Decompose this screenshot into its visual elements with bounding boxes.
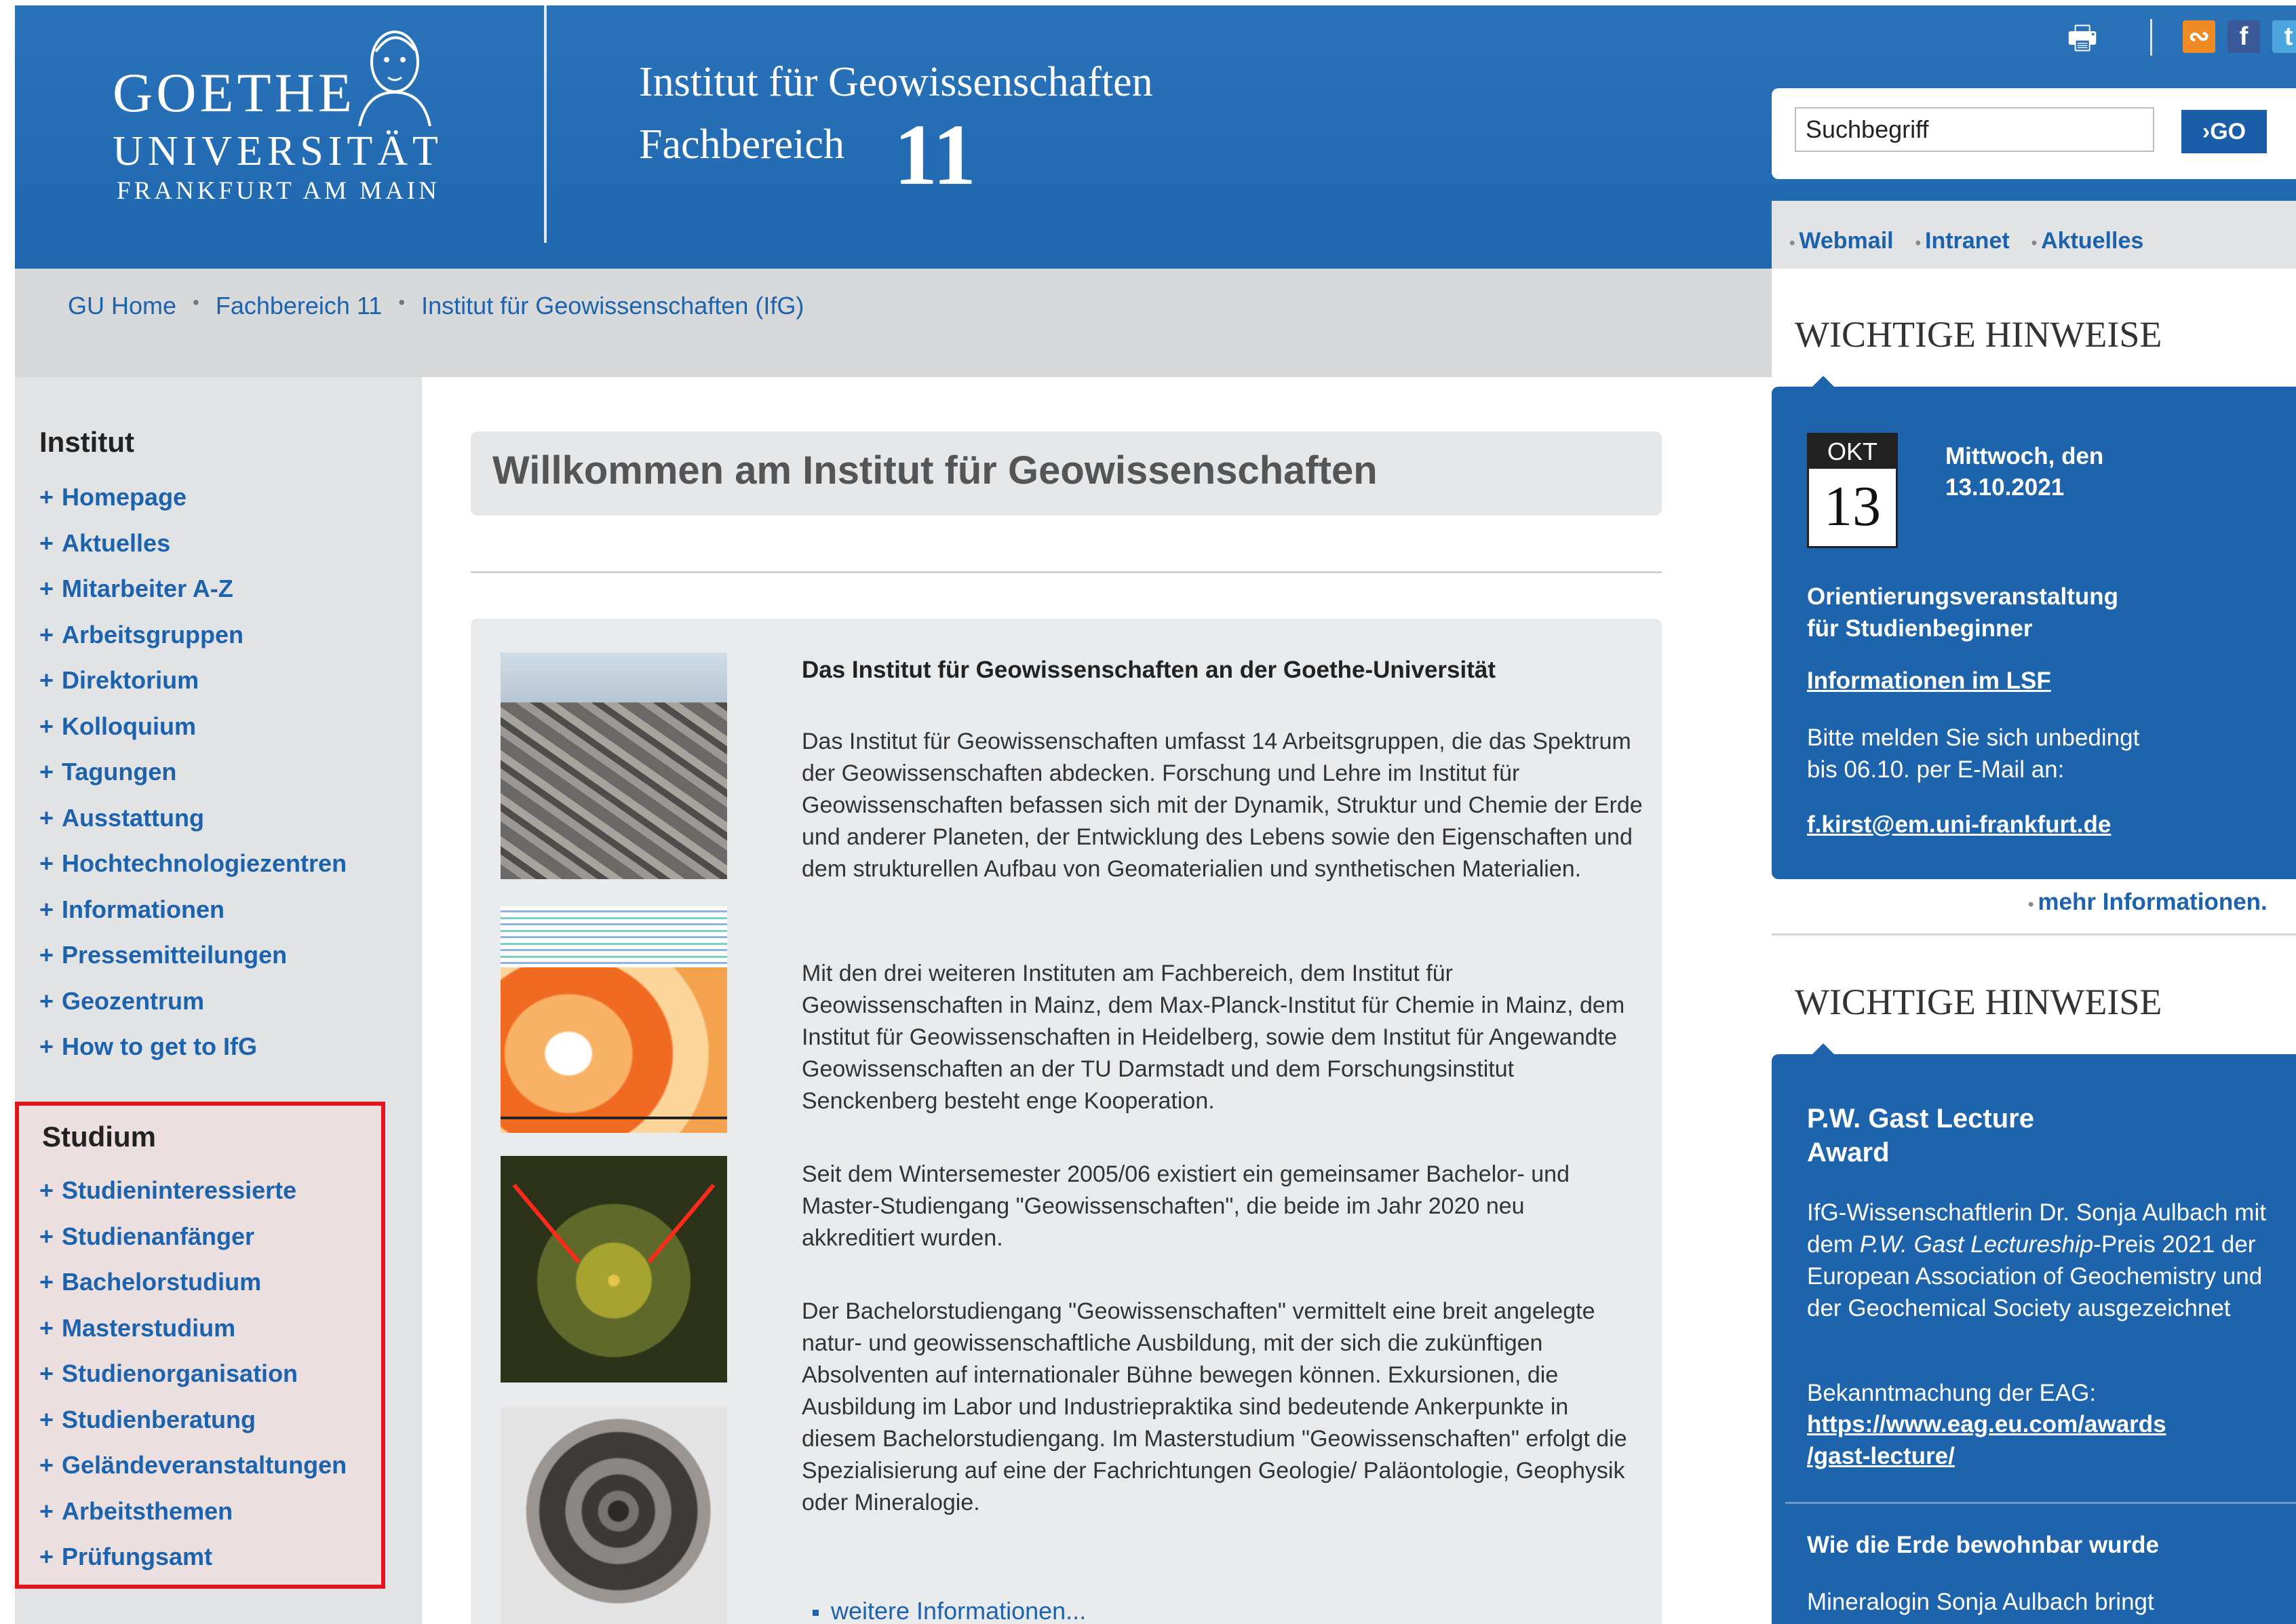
calendar-month: OKT: [1809, 435, 1896, 469]
contact-email-link[interactable]: f.kirst@em.uni-frankfurt.de: [1807, 809, 2111, 840]
sidebar-heading-hinweise-2: WICHTIGE HINWEISE: [1795, 982, 2162, 1022]
breadcrumb-fachbereich[interactable]: Fachbereich 11: [216, 292, 382, 320]
event-title: Orientierungsveranstaltung für Studienbe…: [1807, 583, 2118, 642]
logo-line-universitaet: UNIVERSITÄT: [113, 128, 443, 174]
sidebar-divider: [1772, 933, 2296, 935]
article-paragraph: Der Bachelorstudiengang "Geowissenschaft…: [802, 1298, 1627, 1515]
nav-item-bachelorstudium[interactable]: + Bachelorstudium: [39, 1268, 347, 1314]
quick-link-webmail[interactable]: • Webmail: [1789, 228, 1894, 254]
nav-item-ausstattung[interactable]: + Ausstattung: [39, 804, 347, 850]
sidebar-heading-hinweise: WICHTIGE HINWEISE: [1795, 314, 2162, 355]
nav-item-direktorium[interactable]: + Direktorium: [39, 666, 347, 712]
nav-item-arbeitsthemen[interactable]: + Arbeitsthemen: [39, 1497, 347, 1543]
story-title[interactable]: Wie die Erde bewohnbar wurde: [1807, 1529, 2159, 1561]
quick-link-aktuelles[interactable]: • Aktuelles: [2031, 228, 2144, 254]
calendar-date-icon: OKT 13: [1807, 433, 1898, 548]
nav-item-studienorganisation[interactable]: + Studienorganisation: [39, 1359, 347, 1406]
eag-link[interactable]: https://www.eag.eu.com/awards /gast-lect…: [1807, 1408, 2166, 1472]
nav-item-gelaendeveranstaltungen[interactable]: + Geländeveranstaltungen: [39, 1451, 347, 1497]
article-paragraph: Seit dem Wintersemester 2005/06 existier…: [802, 1161, 1570, 1251]
breadcrumb-gu-home[interactable]: GU Home: [68, 292, 176, 320]
nav-item-mitarbeiter[interactable]: + Mitarbeiter A-Z: [39, 575, 347, 621]
breadcrumb-separator: •: [193, 292, 199, 313]
nav-item-studieninteressierte[interactable]: + Studieninteressierte: [39, 1176, 347, 1222]
nav-item-geozentrum[interactable]: + Geozentrum: [39, 987, 347, 1033]
breadcrumb-institut[interactable]: Institut für Geowissenschaften (IfG): [421, 292, 804, 320]
nav-item-pressemitteilungen[interactable]: + Pressemitteilungen: [39, 941, 347, 987]
nav-item-how-to-get[interactable]: + How to get to IfG: [39, 1032, 347, 1079]
article-paragraph: Mit den drei weiteren Instituten am Fach…: [802, 961, 1625, 1114]
nav-item-studienberatung[interactable]: + Studienberatung: [39, 1406, 347, 1452]
award-text: IfG-Wissenschaftlerin Dr. Sonja Aulbach …: [1807, 1199, 2266, 1321]
logo-line-goethe: GOETHE: [113, 62, 355, 123]
institute-title[interactable]: Institut für Geowissenschaften: [639, 58, 1153, 107]
nav-heading-studium: Studium: [42, 1121, 156, 1153]
nav-item-informationen[interactable]: + Informationen: [39, 895, 347, 942]
registration-notice: Bitte melden Sie sich unbedingt bis 06.1…: [1807, 724, 2140, 783]
welcome-banner: Willkommen am Institut für Geowissenscha…: [471, 431, 1662, 516]
mantle-convection-simulation-image: [501, 906, 727, 1133]
story-teaser: Mineralogin Sonja Aulbach bringt: [1807, 1589, 2154, 1615]
nav-heading-institut: Institut: [39, 426, 134, 458]
content-divider: [471, 571, 1662, 573]
breadcrumb-band: [15, 269, 1772, 377]
nav-item-tagungen[interactable]: + Tagungen: [39, 758, 347, 804]
logo-line-frankfurt: FRANKFURT AM MAIN: [117, 177, 440, 205]
rock-formation-photo: [501, 653, 727, 879]
goethe-portrait-icon: [358, 31, 431, 126]
eag-announcement: Bekanntmachung der EAG:: [1807, 1380, 2097, 1406]
nav-item-hochtechnologiezentren[interactable]: + Hochtechnologiezentren: [39, 849, 347, 895]
event-date: Mittwoch, den 13.10.2021: [1945, 443, 2104, 501]
twitter-icon[interactable]: t: [2272, 20, 2296, 53]
facebook-icon[interactable]: f: [2227, 20, 2260, 53]
article-heading: Das Institut für Geowissenschaften an de…: [802, 657, 1496, 683]
nav-item-aktuelles[interactable]: + Aktuelles: [39, 529, 347, 575]
page-title: Willkommen am Institut für Geowissenscha…: [492, 448, 1378, 492]
fachbereich-number: 11: [894, 107, 976, 203]
search-input[interactable]: [1795, 107, 2154, 152]
search-go-label: GO: [2210, 118, 2246, 144]
award-title[interactable]: P.W. Gast Lecture Award: [1807, 1102, 2034, 1169]
article-paragraph: Das Institut für Geowissenschaften umfas…: [802, 729, 1643, 882]
icon-separator: [2150, 19, 2152, 56]
breadcrumb-separator: •: [398, 292, 406, 313]
goethe-university-logo[interactable]: GOETHE UNIVERSITÄT FRANKFURT AM MAIN: [96, 19, 449, 223]
ammonite-fossil-image: [501, 1407, 727, 1624]
more-information-link[interactable]: weitere Informationen...: [813, 1597, 1086, 1624]
print-icon[interactable]: 🖶: [2062, 15, 2103, 56]
fachbereich-label: Fachbereich: [639, 121, 844, 168]
quick-links-bar: • Webmail • Intranet • Aktuelles: [1772, 201, 2296, 269]
crystal-laser-image: [501, 1156, 727, 1383]
news-divider: [1785, 1502, 2296, 1504]
nav-item-arbeitsgruppen[interactable]: + Arbeitsgruppen: [39, 621, 347, 667]
rss-icon[interactable]: ∾: [2183, 20, 2215, 53]
search-go-button[interactable]: ›GO: [2181, 110, 2267, 153]
breadcrumb: GU Home • Fachbereich 11 • Institut für …: [68, 292, 804, 320]
search-box: ›GO: [1772, 88, 2296, 179]
award-news-box: P.W. Gast Lecture Award IfG-Wissenschaft…: [1772, 1043, 2296, 1624]
header-divider: [544, 5, 547, 243]
lsf-link[interactable]: Informationen im LSF: [1807, 665, 2051, 697]
event-notice-box: OKT 13 Mittwoch, den 13.10.2021 Orientie…: [1772, 376, 2296, 879]
more-info-link[interactable]: • mehr Informationen.: [2028, 889, 2268, 916]
nav-item-pruefungsamt[interactable]: + Prüfungsamt: [39, 1543, 347, 1589]
nav-item-homepage[interactable]: + Homepage: [39, 483, 347, 529]
nav-item-masterstudium[interactable]: + Masterstudium: [39, 1314, 347, 1360]
institut-nav-list: + Homepage + Aktuelles + Mitarbeiter A-Z + A…: [39, 483, 347, 1079]
nav-item-kolloquium[interactable]: + Kolloquium: [39, 712, 347, 758]
calendar-day: 13: [1824, 475, 1881, 538]
studium-nav-list: + Studieninteressierte + Studienanfänger +…: [39, 1176, 347, 1589]
nav-item-studienanfaenger[interactable]: + Studienanfänger: [39, 1222, 347, 1269]
quick-link-intranet[interactable]: • Intranet: [1915, 228, 2010, 254]
header-utility-icons: 🖶 ∾ f t: [2062, 15, 2296, 58]
